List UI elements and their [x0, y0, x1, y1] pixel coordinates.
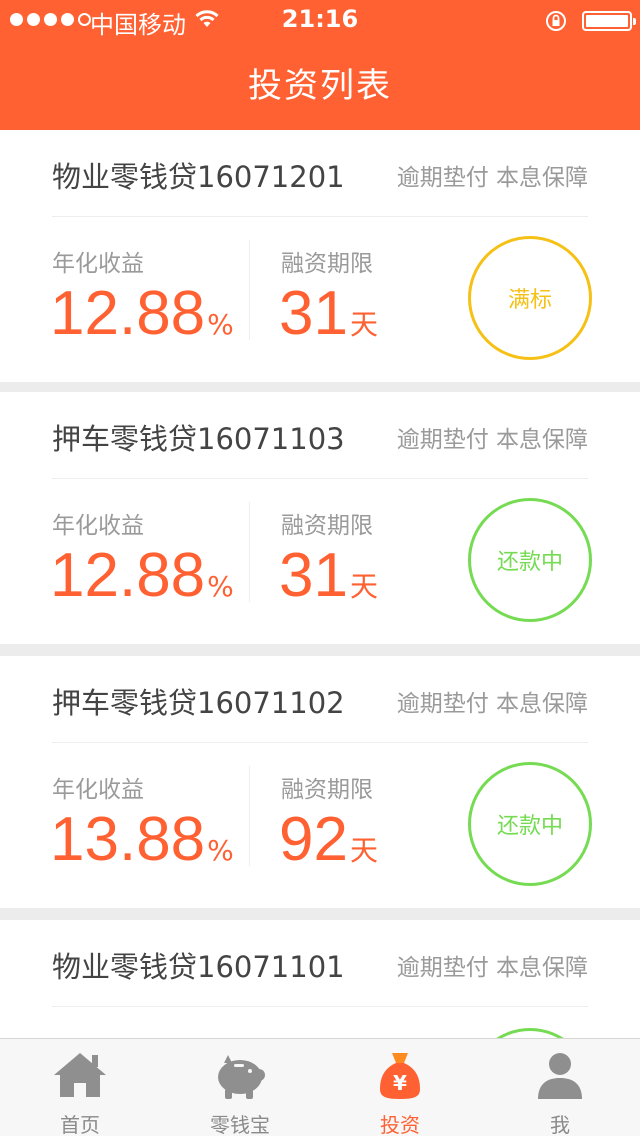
svg-text:¥: ¥ [393, 1071, 407, 1095]
annual-rate: 13.88% [50, 804, 234, 875]
battery-icon [582, 11, 636, 31]
loan-term-value: 31 [279, 541, 348, 610]
divider [52, 742, 588, 743]
tab-invest[interactable]: ¥ 投资 [320, 1039, 480, 1136]
tab-invest-label: 投资 [380, 1113, 420, 1136]
term-label: 融资期限 [281, 513, 373, 539]
money-bag-icon: ¥ [380, 1053, 420, 1099]
loan-term-value: 31 [279, 279, 348, 348]
investment-card[interactable]: 押车零钱贷16071103 逾期垫付 本息保障 年化收益 融资期限 12.88%… [0, 392, 640, 644]
tab-me-label: 我 [550, 1113, 570, 1136]
home-icon [54, 1053, 106, 1097]
loan-term-value: 92 [279, 805, 348, 874]
term-label: 融资期限 [281, 777, 373, 803]
divider [52, 216, 588, 217]
guarantee-tags: 逾期垫付 本息保障 [396, 691, 588, 717]
divider [52, 1006, 588, 1007]
investment-card[interactable]: 押车零钱贷16071102 逾期垫付 本息保障 年化收益 融资期限 13.88%… [0, 656, 640, 908]
column-separator [249, 240, 250, 340]
day-unit: 天 [349, 834, 378, 867]
loan-term: 92天 [279, 804, 378, 875]
column-separator [249, 502, 250, 602]
divider [52, 478, 588, 479]
rate-label: 年化收益 [52, 251, 144, 277]
rate-label: 年化收益 [52, 777, 144, 803]
day-unit: 天 [349, 308, 378, 341]
user-icon [538, 1053, 582, 1099]
annual-rate: 12.88% [50, 540, 234, 611]
percent-unit: % [207, 834, 234, 867]
column-separator [249, 766, 250, 866]
annual-rate-value: 13.88 [50, 805, 206, 874]
rate-label: 年化收益 [52, 513, 144, 539]
loan-term: 31天 [279, 278, 378, 349]
tab-piggy-bank-label: 零钱宝 [210, 1113, 270, 1136]
tab-bar: 首页 零钱宝 ¥ 投资 我 [0, 1038, 640, 1136]
product-title: 物业零钱贷16071101 [52, 950, 345, 984]
status-bar: 中国移动 21:16 [0, 0, 640, 40]
tab-piggy-bank[interactable]: 零钱宝 [160, 1039, 320, 1136]
guarantee-tags: 逾期垫付 本息保障 [396, 427, 588, 453]
percent-unit: % [207, 308, 234, 341]
guarantee-tags: 逾期垫付 本息保障 [396, 955, 588, 981]
annual-rate-value: 12.88 [50, 279, 206, 348]
loan-term: 31天 [279, 540, 378, 611]
piggy-bank-icon [218, 1055, 265, 1099]
investment-card[interactable]: 物业零钱贷16071201 逾期垫付 本息保障 年化收益 融资期限 12.88%… [0, 130, 640, 382]
tab-home[interactable]: 首页 [0, 1039, 160, 1136]
app-header: 中国移动 21:16 投资列表 [0, 0, 640, 130]
day-unit: 天 [349, 570, 378, 603]
product-title: 物业零钱贷16071201 [52, 160, 345, 194]
product-title: 押车零钱贷16071102 [52, 686, 345, 720]
guarantee-tags: 逾期垫付 本息保障 [396, 165, 588, 191]
annual-rate: 12.88% [50, 278, 234, 349]
tab-home-label: 首页 [60, 1113, 100, 1136]
annual-rate-value: 12.88 [50, 541, 206, 610]
status-badge: 满标 [468, 236, 592, 360]
term-label: 融资期限 [281, 251, 373, 277]
status-badge: 还款中 [468, 498, 592, 622]
tab-me[interactable]: 我 [480, 1039, 640, 1136]
page-title: 投资列表 [248, 66, 392, 106]
product-title: 押车零钱贷16071103 [52, 422, 345, 456]
rotation-lock-icon [546, 11, 566, 31]
status-badge: 还款中 [468, 762, 592, 886]
percent-unit: % [207, 570, 234, 603]
